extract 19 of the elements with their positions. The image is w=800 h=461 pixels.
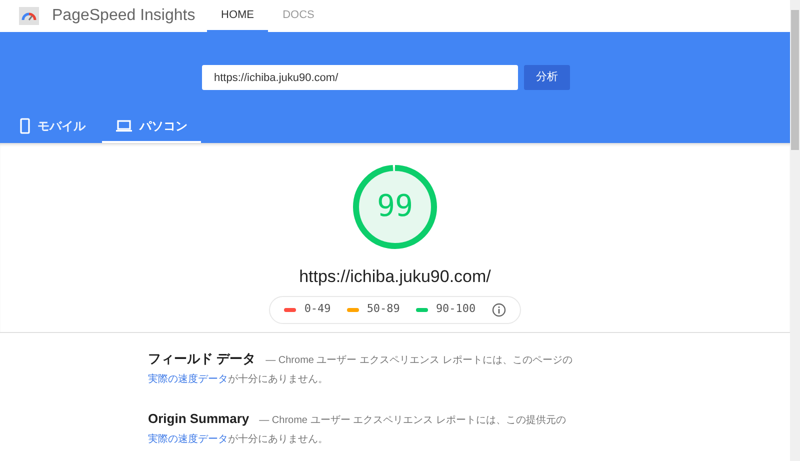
legend-label: 90-100 (436, 301, 476, 318)
speed-data-link[interactable]: 実際の速度データ (148, 374, 228, 385)
section-text: Origin Summary — Chrome ユーザー エクスペリエンス レポートには、この提供元の 実際の速度データが十分にありません。 (148, 410, 567, 447)
legend-label: 50-89 (366, 301, 400, 318)
url-field[interactable]: https://ichiba.juku90.com/ (202, 65, 518, 90)
nav-tab[interactable]: DOCS (268, 0, 329, 32)
logo-icon (19, 7, 39, 25)
info-icon[interactable] (492, 302, 506, 316)
app-title: PageSpeed Insights (52, 6, 196, 26)
device-tab[interactable]: モバイル (3, 111, 102, 143)
section-text: フィールド データ — Chrome ユーザー エクスペリエンス レポートには、このページの 実際の速度データが十分にありません。 (148, 350, 574, 387)
phone-icon (20, 118, 30, 134)
device-tab[interactable]: パソコン (102, 111, 201, 143)
analyze-button[interactable]: 分析 (524, 65, 570, 90)
legend-label: 0-49 (304, 301, 331, 318)
speed-data-link[interactable]: 実際の速度データ (148, 434, 228, 445)
laptop-icon (116, 120, 132, 132)
score-value: 99 (376, 190, 414, 224)
page-url: https://ichiba.juku90.com/ (299, 266, 491, 288)
